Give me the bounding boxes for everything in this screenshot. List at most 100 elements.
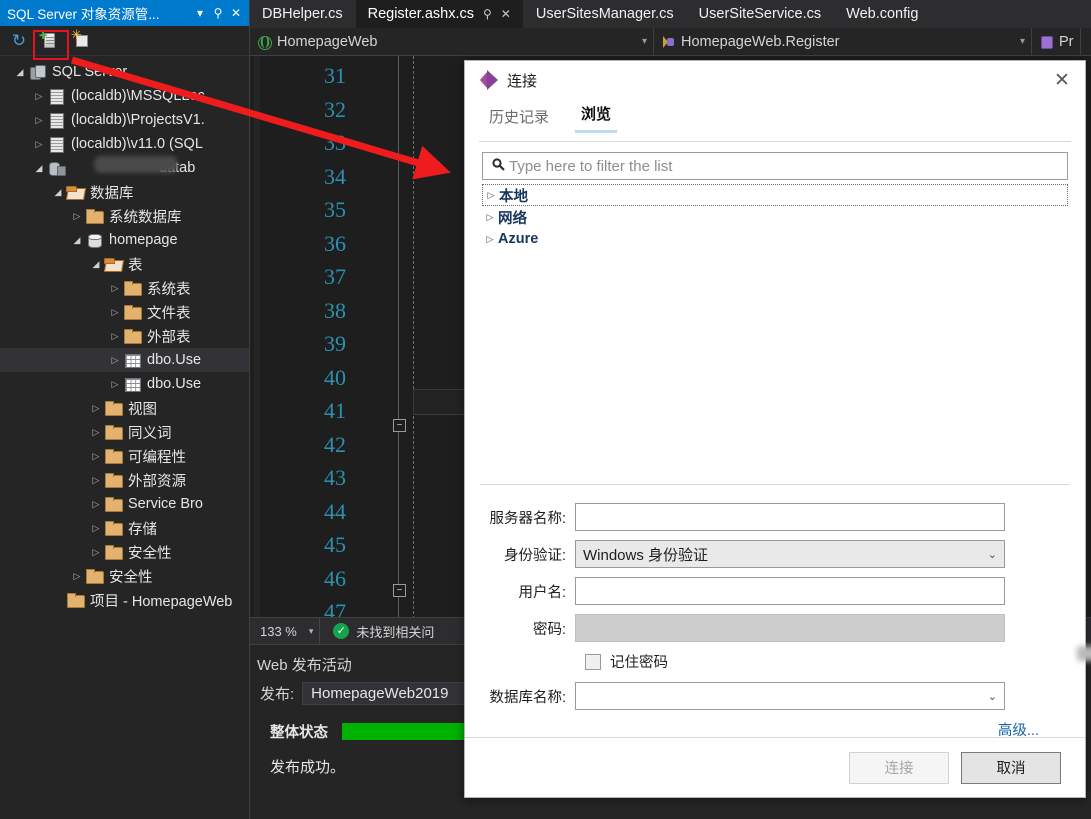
issues-indicator[interactable]: ✓ 未找到相关问 xyxy=(320,622,434,641)
filter-box[interactable] xyxy=(482,152,1068,180)
remember-password-row[interactable]: 记住密码 xyxy=(585,651,1085,672)
user-name-label: 用户名: xyxy=(518,584,566,601)
line-number: 35 xyxy=(324,197,346,222)
chevron-right-icon[interactable]: ▷ xyxy=(88,499,104,510)
chevron-right-icon[interactable]: ▷ xyxy=(69,571,85,582)
chevron-down-icon[interactable]: ◢ xyxy=(12,67,28,78)
chevron-right-icon[interactable]: ▷ xyxy=(88,475,104,486)
chevron-right-icon[interactable]: ▷ xyxy=(88,451,104,462)
editor-tab[interactable]: UserSitesManager.cs xyxy=(524,0,687,28)
chevron-down-icon[interactable]: ▾ xyxy=(1020,36,1025,47)
chevron-down-icon[interactable]: ▾ xyxy=(309,626,314,637)
table-icon xyxy=(123,352,142,368)
sse-tree-item[interactable]: ▷ (localdb)\v11.0 (SQL xyxy=(0,132,249,156)
editor-tab[interactable]: UserSiteService.cs xyxy=(687,0,835,28)
sse-tree-item[interactable]: ▷ (localdb)\ProjectsV1. xyxy=(0,108,249,132)
sse-tree-item[interactable]: ▷ 视图 xyxy=(0,396,249,420)
breadcrumb-item[interactable]: HomepageWeb ▾ xyxy=(250,28,654,55)
new-query-icon[interactable]: ✳ xyxy=(70,28,92,52)
sse-tree-item[interactable]: ▷ 系统数据库 xyxy=(0,204,249,228)
sse-tree[interactable]: ◢ SQL Server ▷ (localdb)\MSSQLLoc ▷ (localdb)… xyxy=(0,60,249,819)
chevron-right-icon[interactable]: ▷ xyxy=(31,139,47,150)
zoom-control[interactable]: 133 % ▾ xyxy=(250,618,321,644)
chevron-right-icon[interactable]: ▷ xyxy=(88,547,104,558)
user-name-input[interactable] xyxy=(575,577,1005,605)
line-number: 31 xyxy=(324,63,346,88)
dialog-tab[interactable]: 历史记录 xyxy=(483,104,555,133)
panel-close-icon[interactable]: ✕ xyxy=(227,6,245,20)
sse-tree-item[interactable]: ▷ 可编程性 xyxy=(0,444,249,468)
chevron-down-icon[interactable]: ◢ xyxy=(31,163,47,174)
editor-tab[interactable]: DBHelper.cs xyxy=(250,0,356,28)
fold-toggle-icon[interactable]: − xyxy=(393,584,406,597)
sse-tree-item[interactable]: ◢ SQL Server xyxy=(0,60,249,84)
chevron-down-icon[interactable]: ⌄ xyxy=(988,690,997,703)
editor-tab-strip[interactable]: DBHelper.cs Register.ashx.cs ⚲ ✕ UserSitesMa… xyxy=(250,0,1091,28)
chevron-down-icon[interactable]: ◢ xyxy=(69,235,85,246)
cancel-button[interactable]: 取消 xyxy=(961,751,1061,784)
sse-tree-item[interactable]: ◢ homepage xyxy=(0,228,249,252)
sse-tree-item[interactable]: ▷ 安全性 xyxy=(0,540,249,564)
chevron-right-icon[interactable]: ▷ xyxy=(482,234,498,245)
chevron-down-icon[interactable]: ⌄ xyxy=(988,548,997,561)
filter-input[interactable] xyxy=(507,156,1061,176)
chevron-right-icon[interactable]: ▷ xyxy=(483,190,499,201)
database-name-select[interactable]: ⌄ xyxy=(575,682,1005,710)
chevron-right-icon[interactable]: ▷ xyxy=(107,331,123,342)
refresh-icon[interactable]: ↻ xyxy=(8,30,30,52)
sse-tree-item[interactable]: ▷ 安全性 xyxy=(0,564,249,588)
chevron-right-icon[interactable]: ▷ xyxy=(88,523,104,534)
pin-icon[interactable]: ⚲ xyxy=(483,7,492,21)
sse-tree-item[interactable]: ▷ 外部表 xyxy=(0,324,249,348)
add-sql-server-icon[interactable]: + xyxy=(39,28,61,52)
chevron-down-icon[interactable]: ◢ xyxy=(88,259,104,270)
connect-button[interactable]: 连接 xyxy=(849,751,949,784)
sse-tree-item-label: (localdb)\ProjectsV1. xyxy=(71,112,205,128)
editor-breadcrumb-bar[interactable]: HomepageWeb ▾ HomepageWeb.Register ▾ Pr xyxy=(250,28,1091,56)
dialog-tabs[interactable]: 历史记录 浏览 xyxy=(465,99,1085,133)
sse-tree-item[interactable]: ▷ 外部资源 xyxy=(0,468,249,492)
sse-tree-item[interactable]: ▷ dbo.Use xyxy=(0,372,249,396)
chevron-right-icon[interactable]: ▷ xyxy=(88,403,104,414)
connection-source-tree[interactable]: ▷ 本地 ▷ 网络 ▷ Azure xyxy=(482,184,1068,250)
editor-tab[interactable]: Register.ashx.cs ⚲ ✕ xyxy=(355,0,524,28)
breadcrumb-item[interactable]: Pr xyxy=(1032,28,1081,55)
sse-tree-item[interactable]: 项目 - HomepageWeb xyxy=(0,588,249,612)
sse-tree-item[interactable]: ▷ 存储 xyxy=(0,516,249,540)
panel-dropdown-icon[interactable]: ▾ xyxy=(191,6,209,20)
chevron-right-icon[interactable]: ▷ xyxy=(107,307,123,318)
remember-password-checkbox[interactable] xyxy=(585,653,601,670)
panel-pin-icon[interactable]: ⚲ xyxy=(209,6,227,20)
authentication-select[interactable]: Windows 身份验证 ⌄ xyxy=(575,540,1005,568)
sse-tree-item[interactable]: ◢ 表 xyxy=(0,252,249,276)
chevron-right-icon[interactable]: ▷ xyxy=(31,91,47,102)
chevron-right-icon[interactable]: ▷ xyxy=(107,283,123,294)
chevron-right-icon[interactable]: ▷ xyxy=(482,212,498,223)
sse-tree-item[interactable]: ▷ 文件表 xyxy=(0,300,249,324)
fold-toggle-icon[interactable]: − xyxy=(393,419,406,432)
sse-tree-item[interactable]: ▷ dbo.Use xyxy=(0,348,249,372)
chevron-right-icon[interactable]: ▷ xyxy=(31,115,47,126)
connection-source-item[interactable]: ▷ 网络 xyxy=(482,206,1068,228)
chevron-right-icon[interactable]: ▷ xyxy=(88,427,104,438)
sse-tree-item[interactable]: ◢ 数据库 xyxy=(0,180,249,204)
connection-source-item[interactable]: ▷ Azure xyxy=(482,228,1068,250)
sse-tree-item[interactable]: ▷ (localdb)\MSSQLLoc xyxy=(0,84,249,108)
sse-tree-item[interactable]: ▷ Service Bro xyxy=(0,492,249,516)
breadcrumb-item[interactable]: HomepageWeb.Register ▾ xyxy=(654,28,1032,55)
folder-open-icon xyxy=(104,256,123,272)
chevron-right-icon[interactable]: ▷ xyxy=(107,355,123,366)
editor-tab[interactable]: Web.config xyxy=(834,0,932,28)
chevron-down-icon[interactable]: ◢ xyxy=(50,187,66,198)
sse-tree-item[interactable]: ▷ 系统表 xyxy=(0,276,249,300)
sse-tree-item[interactable]: ▷ 同义词 xyxy=(0,420,249,444)
close-icon[interactable]: ✕ xyxy=(1045,65,1079,95)
connection-source-item[interactable]: ▷ 本地 xyxy=(482,184,1068,206)
close-icon[interactable]: ✕ xyxy=(501,7,511,21)
chevron-right-icon[interactable]: ▷ xyxy=(107,379,123,390)
chevron-right-icon[interactable]: ▷ xyxy=(69,211,85,222)
dialog-tab[interactable]: 浏览 xyxy=(575,101,618,133)
chevron-down-icon[interactable]: ▾ xyxy=(642,36,647,47)
server-name-input[interactable] xyxy=(575,503,1005,531)
property-icon xyxy=(1038,34,1054,50)
